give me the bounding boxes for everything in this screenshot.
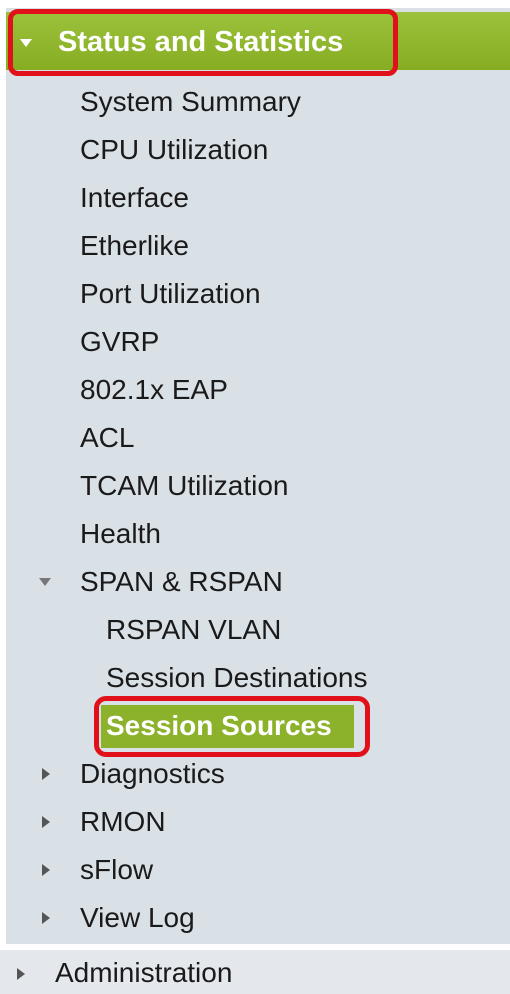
nav-item-diagnostics[interactable]: Diagnostics <box>80 754 225 794</box>
nav-item-system-summary[interactable]: System Summary <box>80 82 301 122</box>
nav-item-802-1x-eap[interactable]: 802.1x EAP <box>80 370 228 410</box>
nav-item-span-rspan[interactable]: SPAN & RSPAN <box>80 562 283 602</box>
caret-right-icon[interactable] <box>42 816 50 828</box>
caret-down-icon[interactable] <box>39 578 51 586</box>
nav-item-port-utilization[interactable]: Port Utilization <box>80 274 261 314</box>
highlight-outline-header <box>8 9 398 76</box>
nav-item-sflow[interactable]: sFlow <box>80 850 153 890</box>
nav-item-etherlike[interactable]: Etherlike <box>80 226 189 266</box>
nav-item-tcam-utilization[interactable]: TCAM Utilization <box>80 466 288 506</box>
caret-right-icon[interactable] <box>42 768 50 780</box>
section-header-administration-label[interactable]: Administration <box>55 953 232 993</box>
navigation-tree: Status and Statistics System Summary CPU… <box>0 0 510 994</box>
nav-item-view-log[interactable]: View Log <box>80 898 195 938</box>
nav-item-session-destinations[interactable]: Session Destinations <box>106 658 367 698</box>
caret-right-icon[interactable] <box>42 912 50 924</box>
nav-item-rmon[interactable]: RMON <box>80 802 166 842</box>
nav-item-health[interactable]: Health <box>80 514 161 554</box>
nav-item-acl[interactable]: ACL <box>80 418 134 458</box>
highlight-outline-selected <box>94 696 370 757</box>
nav-item-gvrp[interactable]: GVRP <box>80 322 159 362</box>
nav-item-cpu-utilization[interactable]: CPU Utilization <box>80 130 268 170</box>
caret-right-icon[interactable] <box>17 968 25 980</box>
caret-right-icon[interactable] <box>42 864 50 876</box>
nav-item-interface[interactable]: Interface <box>80 178 189 218</box>
nav-item-rspan-vlan[interactable]: RSPAN VLAN <box>106 610 281 650</box>
